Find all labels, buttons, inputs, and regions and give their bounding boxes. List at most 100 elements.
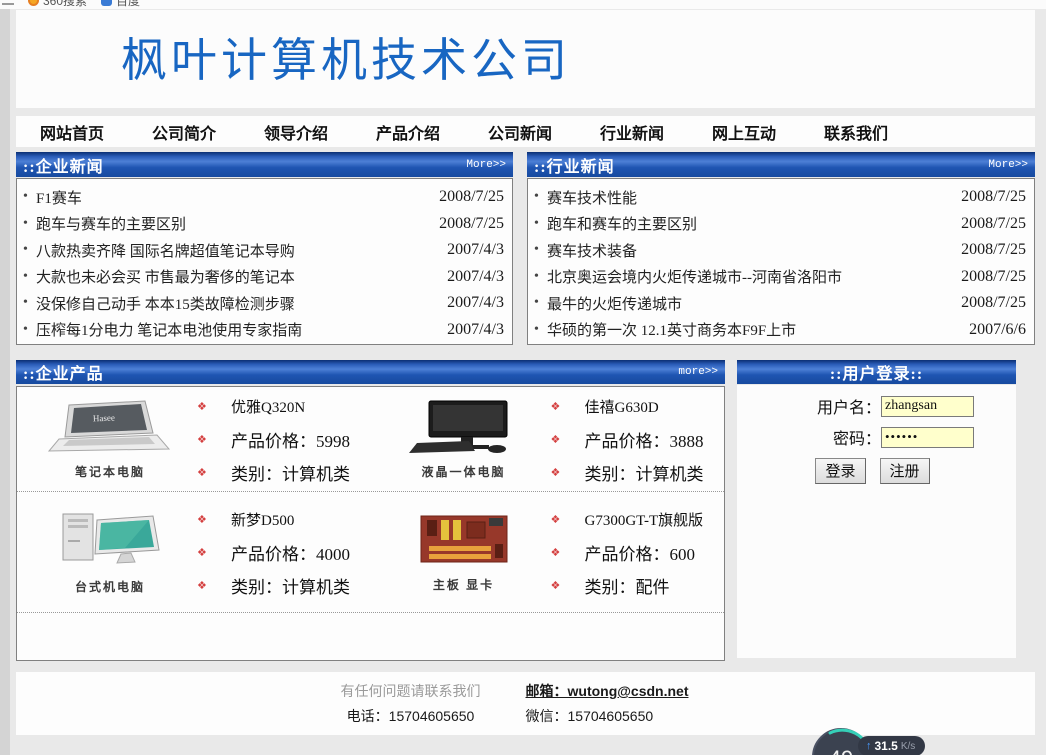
list-item: • 赛车技术装备 2008/7/25 (534, 237, 1026, 264)
diamond-bullet-icon: ❖ (550, 433, 561, 446)
industry-news-more-link[interactable]: More>> (988, 159, 1028, 171)
list-item: • 华硕的第一次 12.1英寸商务本F9F上市 2007/6/6 (534, 317, 1026, 344)
list-item: • 没保修自己动手 本本15类故障检测步骤 2007/4/3 (23, 290, 504, 317)
site-header: 枫叶计算机技术公司 (16, 10, 1035, 108)
footer-wechat-text: 微信：15704605650 (525, 708, 654, 724)
password-label: 密码： (832, 431, 881, 448)
product-category: 计算机类 (635, 464, 704, 484)
diamond-bullet-icon: ❖ (197, 400, 207, 413)
360-search-icon (28, 0, 39, 6)
bookmark-baidu[interactable]: 百度 (101, 0, 140, 9)
register-button[interactable]: 注册 (879, 458, 930, 484)
login-title: ::用户登录:: (829, 366, 924, 383)
product-image-caption: 液晶一体电脑 (421, 464, 506, 479)
bullet-icon: • (23, 242, 28, 258)
nav-item-contact[interactable]: 联系我们 (824, 120, 936, 144)
page-content: 枫叶计算机技术公司 网站首页 公司简介 领导介绍 产品介绍 公司新闻 行业新闻 … (16, 9, 1035, 755)
industry-news-panel: ::行业新闻 More>> • 赛车技术性能 2008/7/25 • 跑车和赛车… (527, 152, 1035, 345)
nav-item-interaction[interactable]: 网上互动 (712, 120, 824, 144)
all-in-one-pc-image (408, 400, 507, 453)
baidu-icon (101, 0, 113, 6)
list-item: • 跑车和赛车的主要区别 2008/7/25 (534, 211, 1026, 238)
list-item: • 大款也未必会买 市售最为奢侈的笔记本 2007/4/3 (23, 264, 504, 291)
footer-email-link[interactable]: 邮箱：wutong@csdn.net (526, 681, 756, 701)
login-button[interactable]: 登录 (815, 458, 866, 484)
product-price: 5998 (316, 431, 350, 451)
username-input[interactable] (881, 395, 974, 417)
product-name: 新梦D500 (231, 512, 295, 529)
news-item-title[interactable]: 跑车与赛车的主要区别 (36, 213, 439, 234)
list-item: • 跑车与赛车的主要区别 2008/7/25 (23, 211, 504, 238)
news-item-date: 2007/4/3 (447, 294, 504, 312)
password-input[interactable] (881, 426, 974, 448)
product-price-label: 产品价格： (584, 544, 670, 564)
news-item-date: 2008/7/25 (961, 214, 1026, 232)
speed-ball-widget[interactable]: 49 ↑ 31.5 K/s (806, 722, 1006, 755)
news-item-title[interactable]: 赛车技术性能 (547, 187, 961, 208)
news-item-title[interactable]: 大款也未必会买 市售最为奢侈的笔记本 (36, 266, 447, 287)
bookmark-label: 360搜索 (43, 0, 88, 8)
diamond-bullet-icon: ❖ (197, 466, 207, 479)
news-item-title[interactable]: 压榨每1分电力 笔记本电池使用专家指南 (36, 319, 447, 340)
site-title: 枫叶计算机技术公司 (121, 35, 571, 86)
list-item: • F1赛车 2008/7/25 (23, 184, 504, 211)
upload-arrow-icon: ↑ (866, 740, 872, 752)
nav-item-company-news[interactable]: 公司新闻 (488, 120, 600, 144)
motherboard-image (420, 515, 507, 562)
nav-item-products[interactable]: 产品介绍 (376, 120, 488, 144)
product-image-caption: 台式机电脑 (74, 579, 145, 594)
news-item-title[interactable]: F1赛车 (36, 187, 439, 208)
bookmarks-menu-icon[interactable] (2, 0, 14, 5)
news-item-date: 2007/4/3 (447, 267, 504, 285)
product-card-desktop: 台式机电脑 ❖ 新梦D500 ❖ 产品价格：4000 ❖ 类别：计算机类 (17, 492, 371, 612)
bullet-icon: • (23, 189, 28, 205)
main-navigation: 网站首页 公司简介 领导介绍 产品介绍 公司新闻 行业新闻 网上互动 联系我们 (16, 116, 1035, 147)
product-category: 计算机类 (282, 577, 350, 597)
product-price: 600 (669, 544, 696, 564)
company-news-panel: ::企业新闻 More>> • F1赛车 2008/7/25 • 跑车与赛车的主… (16, 152, 513, 345)
speed-unit: K/s (900, 740, 916, 752)
login-header: ::用户登录:: (737, 360, 1016, 384)
bookmark-360-search[interactable]: 360搜索 (28, 0, 87, 9)
bullet-icon: • (23, 295, 28, 311)
product-price-label: 产品价格： (231, 544, 316, 564)
news-item-title[interactable]: 跑车和赛车的主要区别 (547, 213, 961, 234)
news-item-title[interactable]: 北京奥运会境内火炬传递城市--河南省洛阳市 (547, 266, 961, 287)
company-news-title: ::企业新闻 (23, 158, 104, 176)
product-card-motherboard: 主板 显卡 ❖ G7300GT-T旗舰版 ❖ 产品价格：600 ❖ 类别：配件 (371, 492, 725, 612)
product-image-caption: 主板 显卡 (432, 577, 495, 592)
nav-item-home[interactable]: 网站首页 (40, 120, 152, 144)
product-category-label: 类别： (584, 464, 636, 484)
news-item-date: 2008/7/25 (961, 294, 1026, 312)
bullet-icon: • (534, 242, 539, 258)
news-item-date: 2008/7/25 (439, 188, 504, 206)
list-item: • 赛车技术性能 2008/7/25 (534, 184, 1026, 211)
industry-news-title: ::行业新闻 (534, 158, 615, 176)
speed-pill: ↑ 31.5 K/s (858, 736, 926, 755)
product-price-label: 产品价格： (231, 431, 316, 451)
products-more-link[interactable]: more>> (678, 366, 718, 378)
news-item-date: 2007/6/6 (969, 320, 1026, 338)
desktop-pc-image (62, 513, 160, 564)
product-price: 4000 (316, 544, 350, 564)
news-item-title[interactable]: 最牛的火炬传递城市 (547, 293, 961, 314)
bullet-icon: • (534, 215, 539, 231)
bullet-icon: • (534, 268, 539, 284)
footer-contact-text: 有任何问题请联系我们 (340, 683, 481, 699)
nav-item-leadership[interactable]: 领导介绍 (264, 120, 376, 144)
industry-news-header: ::行业新闻 More>> (527, 152, 1035, 177)
news-item-title[interactable]: 华硕的第一次 12.1英寸商务本F9F上市 (547, 319, 969, 340)
browser-bookmarks-bar: 360搜索 百度 (0, 0, 1046, 9)
nav-item-industry-news[interactable]: 行业新闻 (600, 120, 712, 144)
company-news-list: • F1赛车 2008/7/25 • 跑车与赛车的主要区别 2008/7/25 … (16, 178, 513, 345)
news-item-title[interactable]: 没保修自己动手 本本15类故障检测步骤 (36, 293, 447, 314)
list-item: • 八款热卖齐降 国际名牌超值笔记本导购 2007/4/3 (23, 237, 504, 264)
news-item-date: 2008/7/25 (961, 267, 1026, 285)
product-category-label: 类别： (584, 577, 636, 597)
news-item-title[interactable]: 赛车技术装备 (547, 240, 961, 261)
bullet-icon: • (23, 268, 28, 284)
nav-item-company-profile[interactable]: 公司简介 (152, 120, 264, 144)
diamond-bullet-icon: ❖ (550, 466, 561, 479)
news-item-title[interactable]: 八款热卖齐降 国际名牌超值笔记本导购 (36, 240, 447, 261)
company-news-more-link[interactable]: More>> (466, 159, 506, 171)
